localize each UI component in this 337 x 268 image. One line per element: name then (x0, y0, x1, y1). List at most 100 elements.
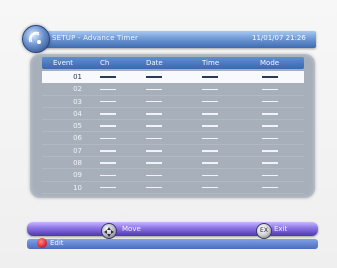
event-number: 02 (73, 85, 82, 94)
empty-dash (100, 76, 116, 78)
date-empty (146, 171, 162, 179)
empty-dash (262, 174, 278, 177)
empty-dash (262, 150, 278, 152)
empty-dash (100, 162, 116, 164)
empty-dash (146, 174, 162, 177)
empty-dash (146, 162, 162, 164)
move-hint-label: Move (122, 225, 141, 233)
page-title: SETUP - Advance Timer (52, 34, 139, 42)
table-row[interactable]: 03 (42, 96, 304, 108)
channel-empty (100, 73, 116, 81)
empty-dash (146, 125, 162, 127)
empty-dash (146, 137, 162, 140)
mode-empty (262, 184, 278, 192)
mode-empty (262, 73, 278, 81)
time-empty (202, 184, 218, 192)
event-number: 10 (73, 183, 82, 192)
timer-table-panel: Event Ch Date Time Mode 01 02 03 04 05 0… (30, 54, 315, 198)
tv-screen: SETUP - Advance Timer 11/01/07 21:26 Eve… (0, 0, 337, 268)
color-key-bar (27, 239, 318, 249)
dpad-glyph (104, 227, 114, 237)
table-row[interactable]: 04 (42, 108, 304, 121)
empty-dash (262, 186, 278, 189)
empty-dash (202, 150, 218, 152)
mode-empty (262, 98, 278, 106)
empty-dash (202, 137, 218, 140)
empty-dash (262, 137, 278, 140)
mode-empty (262, 159, 278, 167)
date-empty (146, 159, 162, 167)
table-row[interactable]: 09 (42, 169, 304, 182)
empty-dash (100, 174, 116, 177)
table-row[interactable]: 10 (42, 182, 304, 194)
empty-dash (100, 125, 116, 127)
empty-dash (146, 76, 162, 78)
empty-dash (202, 186, 218, 189)
channel-empty (100, 134, 116, 142)
empty-dash (100, 150, 116, 152)
empty-dash (146, 150, 162, 152)
clock-readout: 11/01/07 21:26 (252, 34, 306, 42)
date-empty (146, 134, 162, 142)
event-number: 06 (73, 134, 82, 143)
empty-dash (202, 88, 218, 91)
empty-dash (262, 113, 278, 115)
time-empty (202, 171, 218, 179)
satellite-dish-glyph (28, 31, 41, 44)
empty-dash (262, 125, 278, 127)
mode-empty (262, 110, 278, 118)
table-row[interactable]: 08 (42, 157, 304, 170)
table-row[interactable]: 07 (42, 145, 304, 158)
empty-dash (262, 162, 278, 164)
mode-empty (262, 171, 278, 179)
time-empty (202, 98, 218, 106)
empty-dash (100, 137, 116, 140)
time-empty (202, 110, 218, 118)
empty-dash (202, 113, 218, 115)
column-header-ch: Ch (100, 59, 110, 67)
empty-dash (202, 125, 218, 127)
table-row[interactable]: 02 (42, 83, 304, 96)
date-empty (146, 184, 162, 192)
red-button-icon[interactable] (37, 238, 47, 248)
timer-rows: 01 02 03 04 05 06 07 08 09 10 (42, 71, 304, 194)
empty-dash (100, 186, 116, 189)
event-number: 07 (73, 146, 82, 155)
date-empty (146, 98, 162, 106)
time-empty (202, 159, 218, 167)
event-number: 03 (73, 97, 82, 106)
empty-dash (262, 100, 278, 103)
event-number: 05 (73, 122, 82, 131)
time-empty (202, 147, 218, 155)
channel-empty (100, 159, 116, 167)
empty-dash (146, 113, 162, 115)
table-row[interactable]: 01 (42, 71, 304, 84)
dpad-icon[interactable] (101, 223, 117, 239)
empty-dash (100, 113, 116, 115)
empty-dash (262, 76, 278, 78)
date-empty (146, 85, 162, 93)
channel-empty (100, 171, 116, 179)
table-row[interactable]: 05 (42, 120, 304, 133)
empty-dash (146, 100, 162, 103)
channel-empty (100, 85, 116, 93)
table-row[interactable]: 06 (42, 132, 304, 145)
empty-dash (202, 162, 218, 164)
red-hint-label: Edit (50, 239, 64, 247)
column-header-mode: Mode (260, 59, 280, 67)
time-empty (202, 73, 218, 81)
event-number: 09 (73, 171, 82, 180)
event-number: 08 (73, 159, 82, 168)
exit-hint-label: Exit (274, 225, 288, 233)
date-empty (146, 122, 162, 130)
date-empty (146, 73, 162, 81)
channel-empty (100, 98, 116, 106)
empty-dash (146, 88, 162, 91)
empty-dash (202, 174, 218, 177)
event-number: 04 (73, 109, 82, 118)
time-empty (202, 122, 218, 130)
empty-dash (146, 186, 162, 189)
channel-empty (100, 110, 116, 118)
date-empty (146, 110, 162, 118)
exit-button-icon[interactable]: EX (256, 223, 272, 239)
